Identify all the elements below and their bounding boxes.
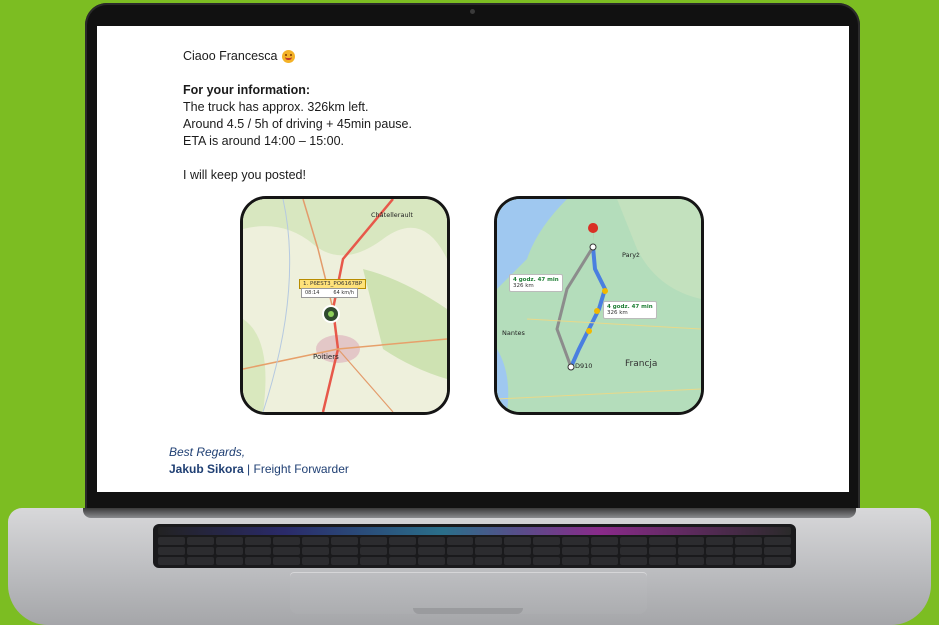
route-a-distance: 326 km: [513, 283, 534, 289]
email-signature: Best Regards, Jakub Sikora | Freight For…: [169, 444, 349, 478]
route-option-b[interactable]: 4 godz. 47 min 326 km: [603, 301, 657, 319]
laptop-base: [8, 508, 931, 625]
greeting-text: Ciaoo Francesca: [183, 49, 278, 63]
signature-name: Jakub Sikora: [169, 462, 244, 476]
tracker-map-graphic: [243, 199, 447, 412]
info-line-driving: Around 4.5 / 5h of driving + 45min pause…: [183, 117, 412, 131]
laptop-hinge: [83, 508, 856, 518]
closing-line: I will keep you posted!: [183, 168, 306, 182]
webcam-icon: [470, 9, 475, 14]
start-label: D910: [575, 362, 593, 370]
keyboard: [153, 524, 796, 568]
tracker-map: Châtellerault Poitiers 1. P6EST3_PO6167B…: [240, 196, 450, 415]
info-heading: For your information:: [183, 83, 311, 97]
city-label-paris: Paryż: [622, 251, 640, 259]
touch-bar: [158, 527, 791, 535]
route-map-graphic: [497, 199, 701, 412]
lid-notch: [413, 608, 523, 614]
signature-role: Freight Forwarder: [253, 462, 349, 476]
smiley-emoji-icon: [281, 50, 295, 63]
info-line-eta: ETA is around 14:00 – 15:00.: [183, 134, 344, 148]
signature-regards: Best Regards,: [169, 445, 246, 459]
vehicle-info: 08:14 64 km/h: [301, 288, 358, 298]
city-label-poitiers: Poitiers: [313, 353, 339, 361]
route-b-distance: 326 km: [607, 310, 628, 316]
city-label-top: Châtellerault: [371, 211, 413, 219]
vehicle-time: 08:14: [305, 290, 320, 296]
route-map: Paryż Nantes Francja D910 4 godz. 47 min…: [494, 196, 704, 415]
route-option-a[interactable]: 4 godz. 47 min 326 km: [509, 274, 563, 292]
country-label: Francja: [625, 359, 658, 369]
email-greeting: Ciaoo Francesca: [183, 48, 783, 65]
laptop-screen: Ciaoo Francesca For your information: Th…: [97, 26, 849, 492]
signature-separator: |: [247, 462, 251, 476]
city-label-nantes: Nantes: [502, 329, 525, 337]
vehicle-speed: 64 km/h: [333, 290, 354, 296]
info-line-distance: The truck has approx. 326km left.: [183, 100, 369, 114]
email-body: Ciaoo Francesca For your information: Th…: [183, 48, 783, 184]
